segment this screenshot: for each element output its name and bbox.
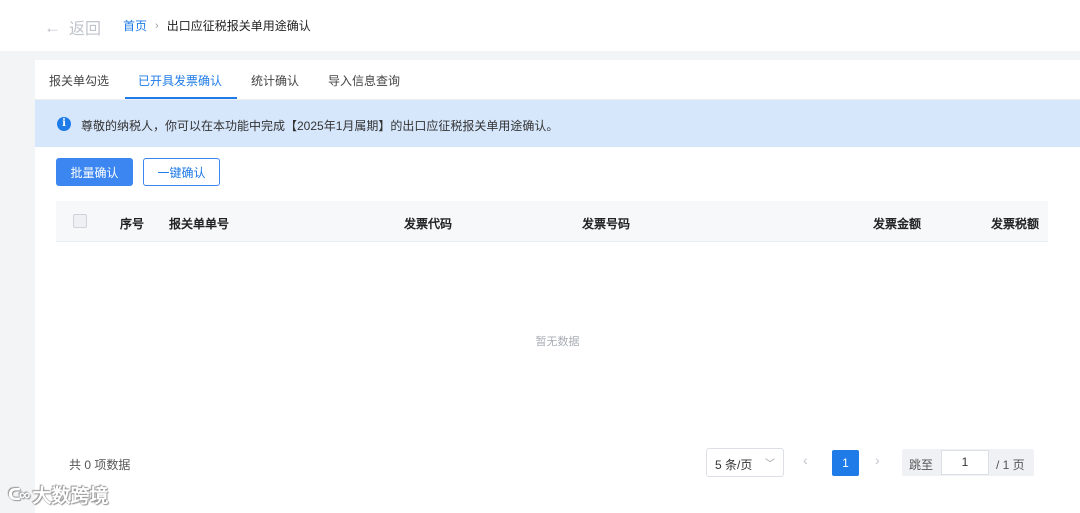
column-header-invoice-tax: 发票税额: [991, 217, 1040, 231]
main-panel: 报关单勾选 已开具发票确认 统计确认 导入信息查询 i 尊敬的纳税人，你可以在本…: [35, 60, 1080, 513]
prev-page-button[interactable]: ‹: [803, 452, 808, 468]
column-header-invoice-amount: 发票金额: [873, 217, 922, 231]
breadcrumb: 首页 › 出口应征税报关单用途确认: [123, 17, 311, 34]
total-count: 共 0 项数据: [69, 458, 131, 472]
chevron-right-icon: ›: [155, 19, 159, 32]
tab-statistics-confirm[interactable]: 统计确认: [251, 72, 299, 89]
tab-declaration-select[interactable]: 报关单勾选: [49, 72, 109, 89]
back-label: 返回: [69, 21, 102, 38]
page-size-value: 5 条/页: [715, 458, 753, 472]
info-icon: i: [57, 117, 71, 131]
table-header: 序号 报关单单号 发票代码 发票号码 发票金额 发票税额: [56, 201, 1048, 242]
tab-import-info-query[interactable]: 导入信息查询: [328, 72, 400, 89]
column-header-declaration-no: 报关单单号: [169, 217, 230, 231]
empty-state-text: 暂无数据: [535, 336, 580, 348]
tab-bar: 报关单勾选 已开具发票确认 统计确认 导入信息查询: [35, 60, 1080, 100]
jump-page-input[interactable]: 1: [941, 450, 989, 475]
total-pages: / 1 页: [996, 458, 1025, 472]
column-header-invoice-number: 发票号码: [582, 217, 631, 231]
column-header-invoice-code: 发票代码: [404, 217, 453, 231]
watermark: ᑕ∞ 大数跨境: [8, 481, 108, 508]
one-click-confirm-button[interactable]: 一键确认: [143, 158, 220, 186]
tab-issued-invoice-confirm[interactable]: 已开具发票确认: [138, 72, 222, 89]
breadcrumb-home-link[interactable]: 首页: [123, 17, 147, 34]
arrow-left-icon: ←: [44, 17, 61, 37]
page-size-select[interactable]: 5 条/页 ﹀: [706, 448, 784, 477]
select-all-checkbox[interactable]: [73, 214, 87, 228]
column-header-index: 序号: [120, 217, 145, 231]
next-page-button[interactable]: ›: [875, 452, 880, 468]
notice-banner: i 尊敬的纳税人，你可以在本功能中完成【2025年1月属期】的出口应征税报关单用…: [35, 100, 1080, 147]
breadcrumb-current: 出口应征税报关单用途确认: [166, 19, 311, 33]
watermark-logo-icon: ᑕ∞: [8, 486, 30, 504]
back-button[interactable]: ← 返回: [44, 15, 101, 39]
page-jumper: 跳至 1 / 1 页: [902, 449, 1034, 476]
top-bar: ← 返回 首页 › 出口应征税报关单用途确认: [0, 0, 1080, 51]
watermark-text: 大数跨境: [32, 486, 109, 507]
active-tab-indicator: [125, 97, 237, 99]
batch-confirm-button[interactable]: 批量确认: [56, 158, 133, 186]
chevron-down-icon: ﹀: [765, 459, 775, 470]
page-number-current[interactable]: 1: [832, 450, 859, 476]
notice-text: 尊敬的纳税人，你可以在本功能中完成【2025年1月属期】的出口应征税报关单用途确…: [81, 119, 559, 133]
jump-label: 跳至: [909, 458, 934, 472]
